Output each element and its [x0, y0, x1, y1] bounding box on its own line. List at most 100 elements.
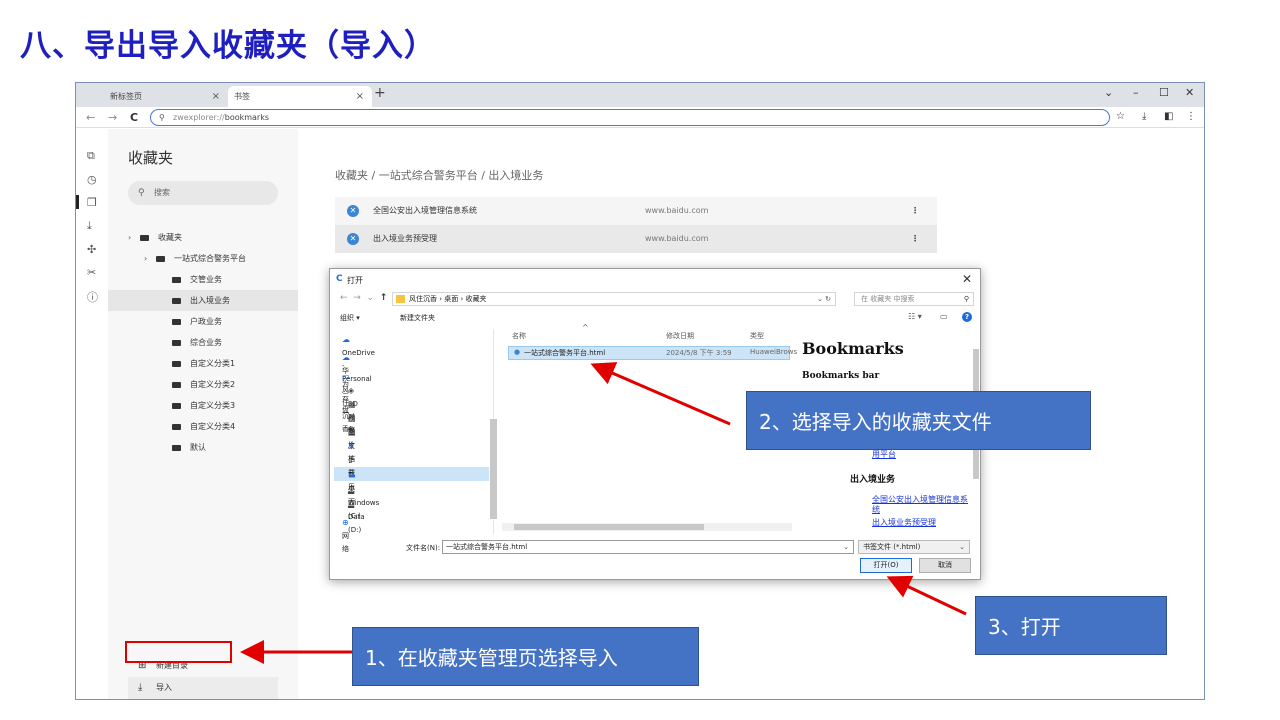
- nav-item[interactable]: ☁OneDrive - Personal: [342, 333, 375, 383]
- preview-subheading: Bookmarks bar: [802, 371, 880, 381]
- more-icon[interactable]: ⋮: [911, 225, 919, 253]
- dialog-nav-buttons[interactable]: ← → ⌄ ↑: [340, 293, 387, 303]
- filename-input[interactable]: 一站式综合警务平台.html ⌄: [442, 540, 854, 554]
- desktop-icon: ▬: [348, 471, 356, 480]
- computer-icon: ▭: [342, 372, 350, 381]
- path-bar[interactable]: 风住沉香 › 桌面 › 收藏夹 ⌄ ↻: [392, 292, 836, 306]
- search-icon: ⚲: [159, 113, 165, 122]
- nav-item[interactable]: ▂Data (D:): [348, 497, 365, 534]
- nav-item[interactable]: ▦视频: [348, 398, 360, 435]
- tree-item[interactable]: › 收藏夹: [108, 227, 298, 248]
- menu-icon[interactable]: ⋮: [1186, 111, 1196, 122]
- search-placeholder: 搜索: [154, 188, 170, 197]
- bookmark-row[interactable]: ✕ 全国公安出入境管理信息系统 www.baidu.com ⋮: [335, 197, 937, 225]
- nav-item[interactable]: ◈3D 对象: [348, 384, 360, 434]
- nav-scrollbar[interactable]: [490, 419, 497, 519]
- tree-item[interactable]: 出入境业务: [108, 290, 298, 311]
- tab-search-icon[interactable]: ⌄: [1104, 86, 1113, 99]
- preview-link: 出入境业务预受理: [872, 518, 936, 527]
- tab-bookmarks[interactable]: 书签 ×: [228, 86, 372, 107]
- sidebar-icon[interactable]: ◧: [1164, 111, 1173, 122]
- tree-item[interactable]: › 一站式综合警务平台: [108, 248, 298, 269]
- nav-item[interactable]: ⊕ 网络: [342, 516, 354, 553]
- tab-new-tab[interactable]: 新标签页 ×: [80, 86, 228, 107]
- nav-item[interactable]: ▤文档: [348, 426, 360, 463]
- column-type[interactable]: 类型: [750, 331, 764, 341]
- file-name[interactable]: 一站式综合警务平台.html: [524, 348, 605, 358]
- tree-item[interactable]: 自定义分类2: [108, 374, 298, 395]
- path-segment[interactable]: 收藏夹: [466, 295, 487, 303]
- preview-pane-icon[interactable]: ▭: [940, 312, 948, 321]
- copy-icon[interactable]: ❐: [87, 196, 97, 209]
- music-icon: ♪: [348, 456, 354, 465]
- reload-button[interactable]: C: [130, 111, 138, 124]
- chevron-right-icon[interactable]: ›: [128, 227, 140, 248]
- path-segment[interactable]: 桌面: [444, 295, 458, 303]
- view-options-icon[interactable]: ☷ ▾: [908, 312, 922, 321]
- new-folder-button[interactable]: 新建文件夹: [400, 313, 435, 323]
- column-date[interactable]: 修改日期: [666, 331, 694, 341]
- tree-item[interactable]: 自定义分类3: [108, 395, 298, 416]
- dialog-close-button[interactable]: ✕: [962, 272, 972, 286]
- drive-icon: ▂: [348, 499, 355, 508]
- tree-item-label: 一站式综合警务平台: [174, 254, 246, 263]
- sidebar-title: 收藏夹: [128, 149, 174, 167]
- close-icon[interactable]: ×: [212, 86, 220, 107]
- callout-step3: 3、打开: [975, 596, 1167, 655]
- star-icon[interactable]: ☆: [1116, 111, 1125, 122]
- nav-item[interactable]: ⬇下载: [348, 440, 360, 477]
- tree-item[interactable]: 综合业务: [108, 332, 298, 353]
- chevron-right-icon[interactable]: ›: [144, 248, 156, 269]
- video-icon: ▦: [348, 400, 356, 409]
- tree-item[interactable]: 自定义分类4: [108, 416, 298, 437]
- tree-item[interactable]: 交管业务: [108, 269, 298, 290]
- bookmark-row[interactable]: ✕ 出入境业务预受理 www.baidu.com ⋮: [335, 225, 937, 253]
- minimize-button[interactable]: –: [1133, 86, 1139, 99]
- back-button[interactable]: ←: [86, 111, 95, 124]
- search-input[interactable]: ⚲ 搜索: [128, 181, 278, 205]
- folder-search-input[interactable]: 在 收藏夹 中搜索 ⚲: [854, 292, 974, 306]
- forward-button[interactable]: →: [108, 111, 117, 124]
- download-icon[interactable]: ⤓: [1142, 111, 1146, 122]
- nav-item[interactable]: ☁华为云盘: [342, 351, 354, 414]
- filetype-select[interactable]: 书签文件 (*.html) ⌄: [858, 540, 970, 554]
- horizontal-scrollbar[interactable]: [502, 523, 792, 531]
- app-icon: C: [336, 274, 343, 284]
- nav-item[interactable]: ▬桌面: [348, 469, 360, 506]
- tools-icon[interactable]: ✂: [87, 266, 96, 279]
- more-icon[interactable]: ⋮: [911, 197, 919, 225]
- download-icon[interactable]: ⤓: [87, 219, 92, 233]
- nav-item[interactable]: ▂Windows (C:): [348, 483, 379, 520]
- import-icon: ⤓: [138, 682, 143, 693]
- nav-item[interactable]: ♪音乐: [348, 454, 360, 491]
- nav-item-label: 网络: [342, 532, 349, 553]
- chevron-down-icon[interactable]: ⌄ ↻: [817, 293, 831, 305]
- bookmark-name: 出入境业务预受理: [373, 234, 437, 243]
- info-icon[interactable]: ⓘ: [87, 289, 98, 305]
- nav-item[interactable]: ▨图片: [348, 412, 360, 449]
- organize-button[interactable]: 组织 ▾: [340, 313, 360, 323]
- window-close-button[interactable]: ✕: [1185, 86, 1194, 99]
- path-segment[interactable]: 风住沉香: [409, 295, 437, 303]
- nav-item[interactable]: ▭风住沉香: [342, 370, 354, 433]
- chevron-down-icon[interactable]: ⌄: [843, 541, 849, 553]
- url-input[interactable]: ⚲ zwexplorer://bookmarks: [150, 109, 1110, 126]
- new-tab-button[interactable]: +: [374, 85, 386, 101]
- puzzle-icon[interactable]: ✣: [87, 243, 96, 256]
- active-indicator: [76, 195, 79, 209]
- tab-icon[interactable]: ⧉: [87, 149, 95, 163]
- open-button[interactable]: 打开(O): [860, 558, 912, 573]
- file-date: 2024/5/8 下午 3:59: [666, 349, 732, 357]
- tree-item[interactable]: 户政业务: [108, 311, 298, 332]
- history-icon[interactable]: ◷: [87, 173, 97, 186]
- cancel-button[interactable]: 取消: [919, 558, 971, 573]
- close-icon[interactable]: ×: [356, 86, 364, 107]
- maximize-button[interactable]: ☐: [1159, 86, 1169, 99]
- tree-item[interactable]: 默认: [108, 437, 298, 458]
- import-button[interactable]: ⤓ 导入: [128, 677, 278, 699]
- tree-item[interactable]: 自定义分类1: [108, 353, 298, 374]
- folder-icon: [172, 339, 181, 346]
- column-name[interactable]: 名称: [512, 331, 526, 341]
- help-icon[interactable]: ?: [962, 312, 972, 322]
- url-scheme: zwexplorer://: [173, 113, 225, 122]
